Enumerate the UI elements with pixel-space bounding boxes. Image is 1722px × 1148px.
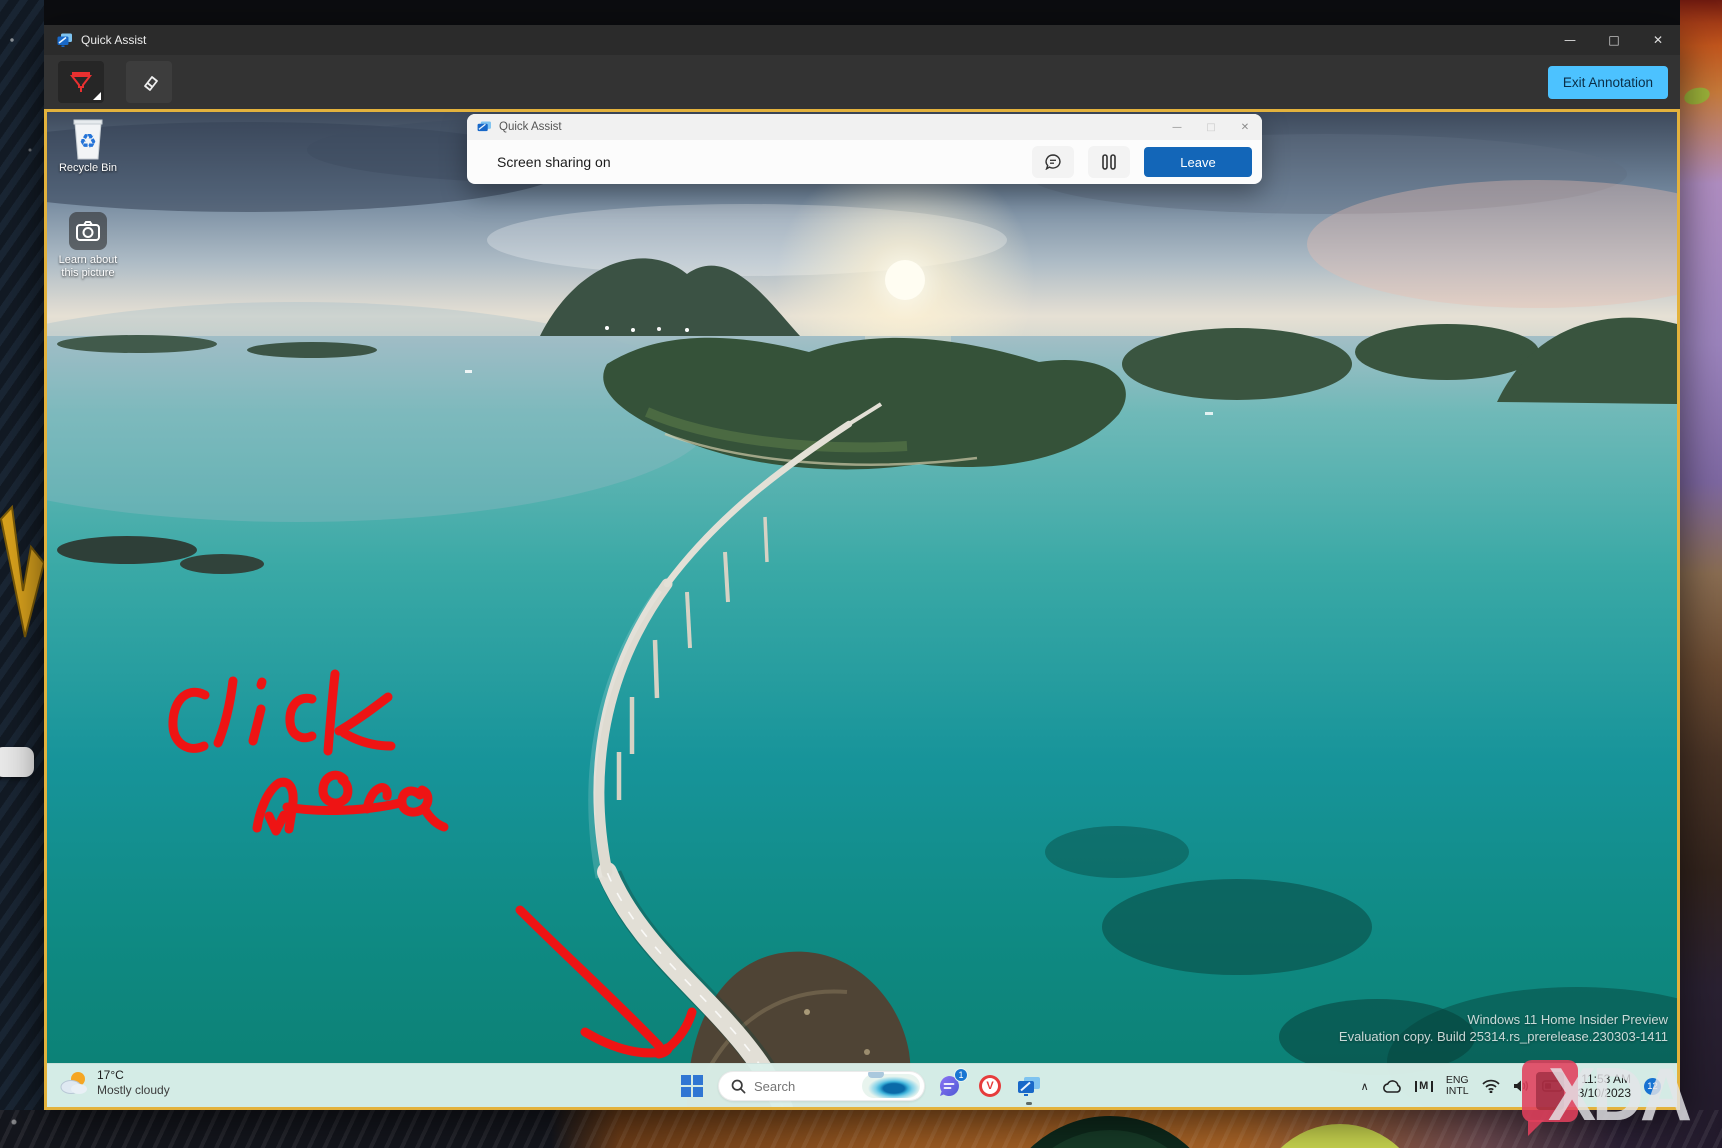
bing-daily-image[interactable] bbox=[862, 1074, 920, 1098]
recycle-bin-icon: ♻ bbox=[49, 116, 127, 162]
session-bar-app-icon bbox=[477, 121, 492, 133]
maximize-button[interactable]: □ bbox=[1592, 25, 1636, 55]
close-button[interactable]: ✕ bbox=[1636, 25, 1680, 55]
remote-desktop: ♻ Recycle Bin Learn about bbox=[47, 112, 1677, 1107]
art-lime-disc bbox=[1255, 1124, 1425, 1148]
battery-icon[interactable] bbox=[1542, 1080, 1565, 1092]
recycle-bin-label: Recycle Bin bbox=[49, 162, 127, 175]
learn-picture-label-line2: this picture bbox=[49, 267, 127, 280]
session-bar-titlebar: Quick Assist — □ ✕ bbox=[467, 114, 1262, 140]
taskbar: 17°C Mostly cloudy bbox=[47, 1063, 1677, 1107]
host-desktop-bottom-art bbox=[0, 1110, 1722, 1148]
vivaldi-letter: V bbox=[986, 1080, 993, 1092]
windows-logo-icon bbox=[681, 1075, 703, 1097]
wallpaper bbox=[47, 112, 1677, 1107]
screen-sharing-status: Screen sharing on bbox=[497, 154, 611, 170]
insider-watermark: Windows 11 Home Insider Preview Evaluati… bbox=[1339, 1011, 1668, 1045]
window-controls: — □ ✕ bbox=[1548, 25, 1680, 55]
pen-dropdown-caret[interactable] bbox=[93, 92, 101, 100]
chat-bubble-icon bbox=[1044, 154, 1062, 170]
taskbar-chat-app[interactable]: 1 bbox=[936, 1073, 962, 1099]
weather-temp: 17°C bbox=[97, 1068, 170, 1083]
taskbar-quick-assist-app[interactable] bbox=[1016, 1073, 1042, 1099]
clock-time: 11:53 AM bbox=[1578, 1072, 1631, 1087]
tray-m-icon[interactable]: M bbox=[1415, 1081, 1433, 1092]
language-indicator[interactable]: ENG INTL bbox=[1446, 1075, 1469, 1098]
gold-logo-shape bbox=[0, 505, 44, 675]
pause-icon bbox=[1102, 154, 1116, 170]
window-titlebar: Quick Assist — □ ✕ bbox=[44, 25, 1680, 55]
quick-assist-taskbar-icon bbox=[1017, 1076, 1041, 1097]
notification-count-badge[interactable]: 12 bbox=[1644, 1078, 1661, 1095]
eraser-tool-button[interactable] bbox=[126, 61, 172, 103]
start-button[interactable] bbox=[679, 1073, 705, 1099]
camera-icon bbox=[49, 208, 127, 254]
desktop-icon-learn-picture[interactable]: Learn about this picture bbox=[49, 208, 127, 280]
art-green-blob bbox=[1682, 85, 1711, 107]
taskbar-search-box[interactable] bbox=[718, 1071, 925, 1101]
host-widget-edge bbox=[0, 747, 34, 777]
wifi-icon[interactable] bbox=[1482, 1079, 1500, 1093]
annotation-toolbar: Exit Annotation bbox=[44, 55, 1680, 109]
pen-icon bbox=[68, 69, 94, 95]
running-app-indicator bbox=[1026, 1102, 1032, 1105]
leave-button[interactable]: Leave bbox=[1144, 147, 1252, 177]
onedrive-cloud-icon[interactable] bbox=[1382, 1080, 1402, 1093]
chat-button[interactable] bbox=[1032, 146, 1074, 178]
session-restore-button[interactable]: □ bbox=[1194, 122, 1228, 133]
chat-notification-badge: 1 bbox=[954, 1068, 968, 1082]
minimize-button[interactable]: — bbox=[1548, 25, 1592, 55]
watermark-line1: Windows 11 Home Insider Preview bbox=[1339, 1011, 1668, 1028]
quick-assist-app-icon bbox=[57, 33, 73, 47]
exit-annotation-button[interactable]: Exit Annotation bbox=[1548, 66, 1668, 99]
host-desktop-left-art bbox=[0, 0, 44, 1148]
session-bar-body: Screen sharing on bbox=[467, 140, 1262, 184]
tray-chevron-up-icon[interactable]: ∧ bbox=[1361, 1080, 1369, 1093]
clock[interactable]: 11:53 AM 3/10/2023 bbox=[1578, 1072, 1631, 1101]
window-title: Quick Assist bbox=[81, 33, 146, 47]
taskbar-weather-widget[interactable]: 17°C Mostly cloudy bbox=[59, 1068, 170, 1098]
language-line2: INTL bbox=[1446, 1086, 1469, 1098]
svg-text:♻: ♻ bbox=[79, 129, 97, 153]
learn-picture-label-line1: Learn about bbox=[49, 254, 127, 267]
host-desktop-right-art bbox=[1680, 0, 1722, 1148]
session-bar: Quick Assist — □ ✕ Screen sharing on bbox=[467, 114, 1262, 184]
pause-sharing-button[interactable] bbox=[1088, 146, 1130, 178]
watermark-line2: Evaluation copy. Build 25314.rs_prerelea… bbox=[1339, 1028, 1668, 1045]
pen-tool-button[interactable] bbox=[58, 61, 104, 103]
session-close-button[interactable]: ✕ bbox=[1228, 122, 1262, 133]
clock-date: 3/10/2023 bbox=[1578, 1086, 1631, 1101]
eraser-icon bbox=[136, 69, 162, 95]
search-input[interactable] bbox=[754, 1079, 854, 1094]
system-tray: ∧ M ENG INTL bbox=[1361, 1064, 1661, 1107]
art-dark-disc bbox=[995, 1116, 1225, 1148]
weather-condition: Mostly cloudy bbox=[97, 1083, 170, 1098]
desktop-icon-recycle-bin[interactable]: ♻ Recycle Bin bbox=[49, 116, 127, 175]
taskbar-vivaldi-app[interactable]: V bbox=[977, 1073, 1003, 1099]
volume-icon[interactable] bbox=[1513, 1079, 1529, 1093]
weather-icon bbox=[59, 1070, 89, 1096]
shared-screen-frame: ♻ Recycle Bin Learn about bbox=[44, 109, 1680, 1110]
search-icon bbox=[731, 1079, 746, 1094]
session-minimize-button[interactable]: — bbox=[1160, 122, 1194, 133]
vivaldi-icon: V bbox=[979, 1075, 1001, 1097]
session-bar-title: Quick Assist bbox=[499, 121, 562, 133]
quick-assist-window: Quick Assist — □ ✕ Exit Annotation bbox=[44, 25, 1680, 1110]
